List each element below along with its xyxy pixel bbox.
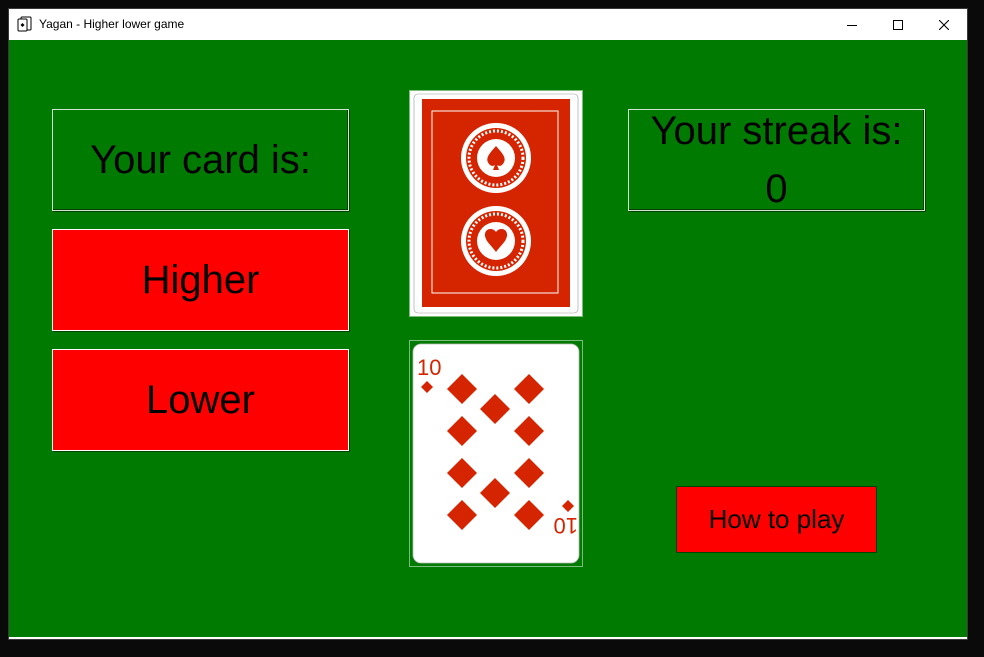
how-to-play-button[interactable]: How to play <box>676 486 877 553</box>
streak-panel: Your streak is: 0 <box>628 109 925 211</box>
higher-button-label: Higher <box>141 257 260 302</box>
svg-text:10: 10 <box>417 355 441 380</box>
how-to-play-label: How to play <box>708 504 845 534</box>
close-button[interactable] <box>921 9 967 39</box>
lower-button-label: Lower <box>146 377 255 422</box>
close-icon <box>938 15 950 34</box>
deck-card-back <box>409 90 583 317</box>
title-bar[interactable]: Yagan - Higher lower game <box>9 9 967 39</box>
app-window: Yagan - Higher lower game Your card is: … <box>8 8 968 640</box>
current-card: 10 10 <box>409 340 583 567</box>
minimize-button[interactable] <box>829 9 875 39</box>
streak-value: 0 <box>765 167 788 211</box>
ten-of-diamonds-icon: 10 10 <box>412 343 580 564</box>
game-table: Your card is: Higher Lower 10 10 Your st… <box>9 40 967 638</box>
card-back-icon <box>410 91 582 316</box>
minimize-icon <box>847 15 857 34</box>
playing-card-icon <box>17 16 33 32</box>
lower-button[interactable]: Lower <box>52 349 349 451</box>
higher-button[interactable]: Higher <box>52 229 349 331</box>
streak-label: Your streak is: <box>650 109 903 153</box>
your-card-label-text: Your card is: <box>90 137 311 182</box>
maximize-button[interactable] <box>875 9 921 39</box>
maximize-icon <box>893 15 903 34</box>
window-title: Yagan - Higher lower game <box>39 17 185 31</box>
svg-text:10: 10 <box>554 513 578 538</box>
your-card-label: Your card is: <box>52 109 349 211</box>
bottom-border <box>9 637 967 638</box>
